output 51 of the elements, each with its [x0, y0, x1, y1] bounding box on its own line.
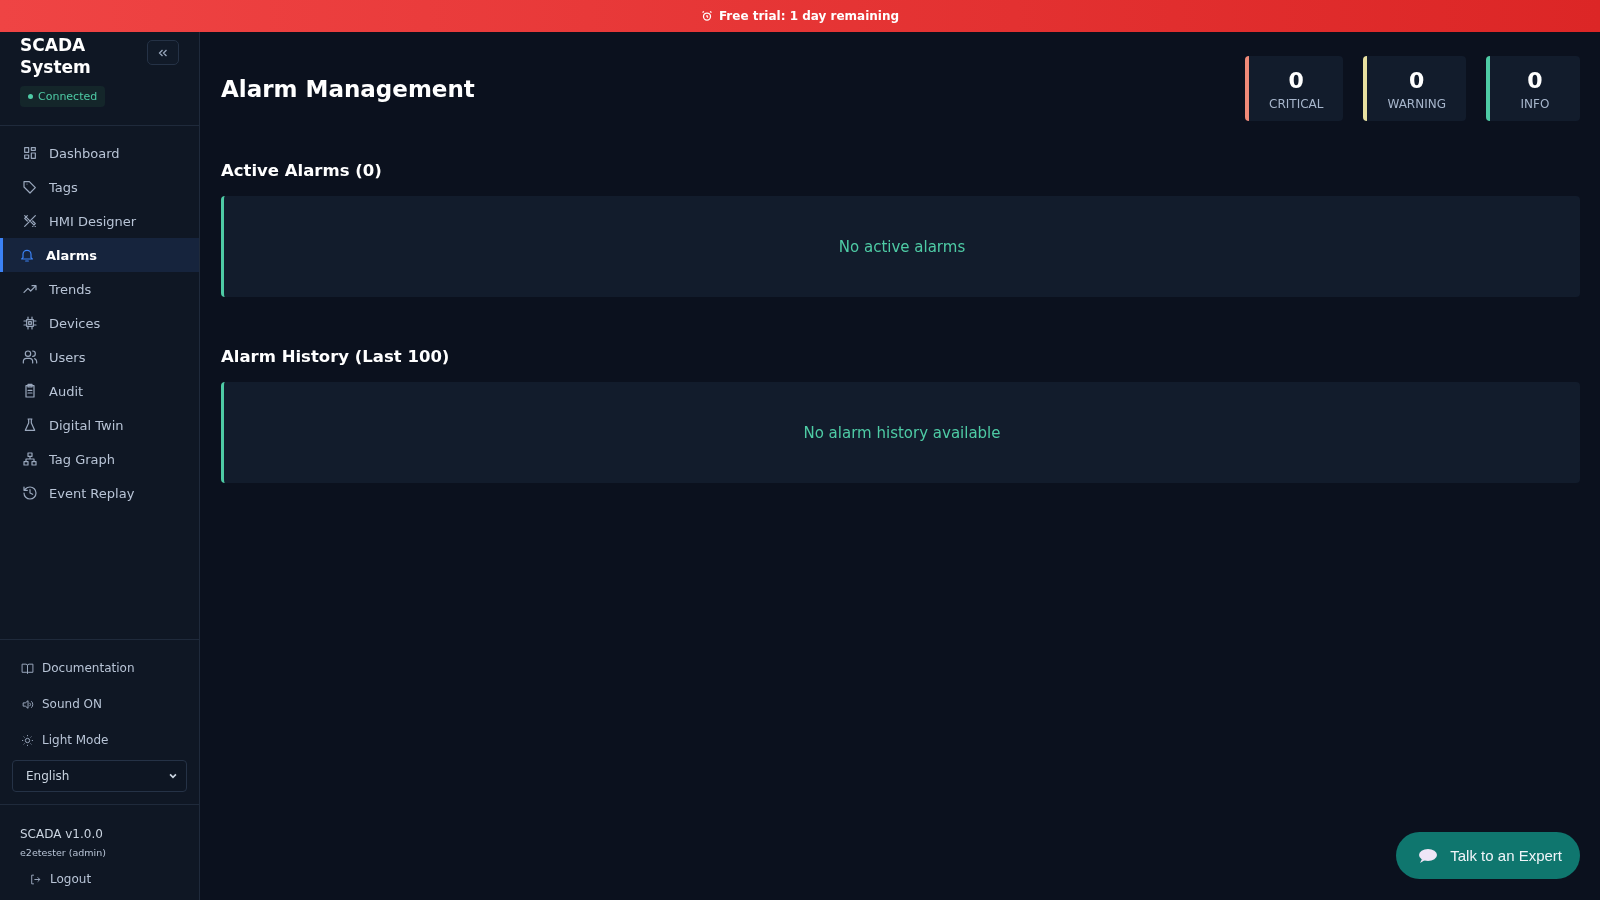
chat-button[interactable]: Talk to an Expert — [1396, 832, 1580, 879]
language-select[interactable]: English — [12, 760, 187, 792]
nav-item[interactable]: Digital Twin — [0, 408, 199, 442]
app-title: SCADA System — [20, 34, 92, 78]
link-icon — [21, 697, 34, 711]
link-icon — [21, 733, 34, 747]
stat-value: 0 — [1288, 68, 1304, 93]
empty-message: No active alarms — [838, 237, 966, 256]
connection-status: Connected — [20, 86, 106, 107]
nav-item[interactable]: Event Replay — [0, 476, 199, 510]
empty-message: No alarm history available — [803, 423, 1001, 442]
sidebar-link[interactable]: Documentation — [12, 650, 187, 686]
nav-item[interactable]: Audit — [0, 374, 199, 408]
user-name: e2etester (admin) — [20, 847, 107, 858]
nav-icon — [22, 179, 38, 195]
nav-item[interactable]: Alarms — [0, 238, 199, 272]
nav-item[interactable]: Tag Graph — [0, 442, 199, 476]
version-text: SCADA v1.0.0 — [20, 827, 104, 841]
section-title: Alarm History (Last 100) — [221, 347, 451, 366]
stat-value: 0 — [1409, 68, 1425, 93]
nav-icon — [22, 417, 38, 433]
stat-value: 0 — [1527, 68, 1543, 93]
nav-icon — [22, 485, 38, 501]
chevron-down-icon — [168, 771, 178, 781]
nav-icon — [22, 213, 38, 229]
speech-bubble-icon — [1418, 847, 1439, 864]
page-title: Alarm Management — [221, 75, 475, 102]
nav-item[interactable]: Devices — [0, 306, 199, 340]
nav-icon — [22, 315, 38, 331]
nav-icon — [22, 451, 38, 467]
stat-label: CRITICAL — [1269, 97, 1324, 111]
collapse-sidebar-button[interactable] — [147, 40, 179, 65]
link-icon — [21, 661, 34, 675]
nav-item[interactable]: HMI Designer — [0, 204, 199, 238]
nav-icon — [22, 145, 38, 161]
logout-button[interactable]: Logout — [29, 872, 179, 886]
stat-label: WARNING — [1387, 97, 1446, 111]
banner-text: Free trial: 1 day remaining — [718, 9, 900, 23]
nav-item[interactable]: Users — [0, 340, 199, 374]
nav-item[interactable]: Tags — [0, 170, 199, 204]
nav-icon — [19, 247, 35, 263]
sidebar-link[interactable]: Light Mode — [12, 722, 187, 758]
alarm-clock-icon — [700, 10, 713, 22]
section-title: Active Alarms (0) — [221, 161, 383, 180]
nav-item[interactable]: Trends — [0, 272, 199, 306]
nav-icon — [22, 349, 38, 365]
logout-icon — [29, 872, 42, 886]
nav-item[interactable]: Dashboard — [0, 136, 199, 170]
sidebar-link[interactable]: Sound ON — [12, 686, 187, 722]
stat-label: INFO — [1520, 97, 1550, 111]
nav-icon — [22, 383, 38, 399]
